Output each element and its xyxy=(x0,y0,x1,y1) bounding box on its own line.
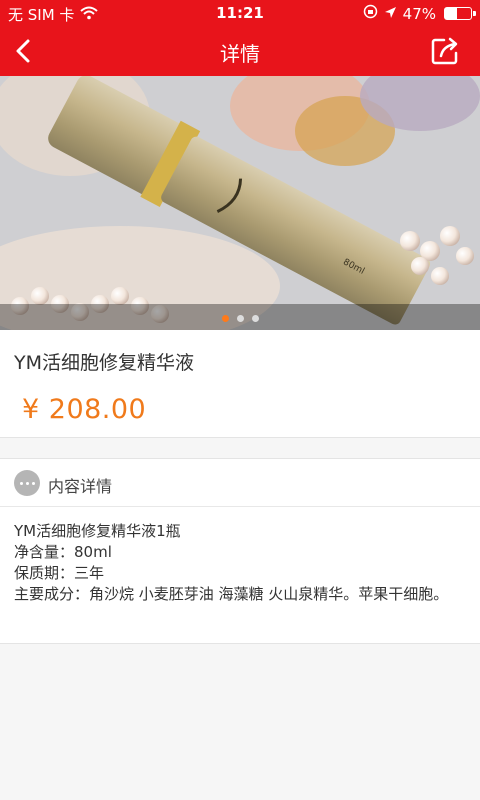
status-bar: 无 SIM 卡 11:21 47% xyxy=(0,0,480,26)
battery-icon xyxy=(444,7,476,20)
detail-line: YM活细胞修复精华液1瓶 xyxy=(14,522,181,540)
detail-header: 内容详情 xyxy=(0,459,480,507)
carousel-dot[interactable] xyxy=(251,315,259,322)
product-banner[interactable]: 80ml xyxy=(0,76,480,330)
product-image: 80ml xyxy=(0,76,480,330)
product-price: ¥ 208.00 xyxy=(22,394,147,425)
page-title: 详情 xyxy=(220,42,260,66)
detail-line: 保质期：三年 xyxy=(14,564,105,582)
battery-level xyxy=(445,8,458,19)
detail-header-label: 内容详情 xyxy=(48,477,113,496)
carousel-dot[interactable] xyxy=(236,315,244,322)
product-title: YM活细胞修复精华液 xyxy=(14,352,194,374)
carousel-indicator[interactable] xyxy=(0,315,480,322)
product-info: YM活细胞修复精华液 ¥ 208.00 xyxy=(0,330,480,438)
detail-line: 净含量：80ml xyxy=(14,543,112,561)
carousel-dot[interactable] xyxy=(221,315,229,322)
nav-bar: 详情 xyxy=(0,26,480,76)
detail-section: 内容详情 YM活细胞修复精华液1瓶 净含量：80ml 保质期：三年 主要成分：角… xyxy=(0,458,480,644)
lock-rotation-icon xyxy=(363,4,378,23)
detail-body: YM活细胞修复精华液1瓶 净含量：80ml 保质期：三年 主要成分：角沙烷 小麦… xyxy=(14,521,466,605)
battery-percent: 47% xyxy=(402,4,436,23)
status-right: 47% xyxy=(363,4,476,23)
location-arrow-icon xyxy=(384,5,397,23)
share-icon xyxy=(431,37,458,65)
share-button[interactable] xyxy=(428,34,462,68)
more-dots-icon xyxy=(14,470,40,496)
detail-line: 主要成分：角沙烷 小麦胚芽油 海藻糖 火山泉精华。苹果干细胞。 xyxy=(14,585,449,603)
